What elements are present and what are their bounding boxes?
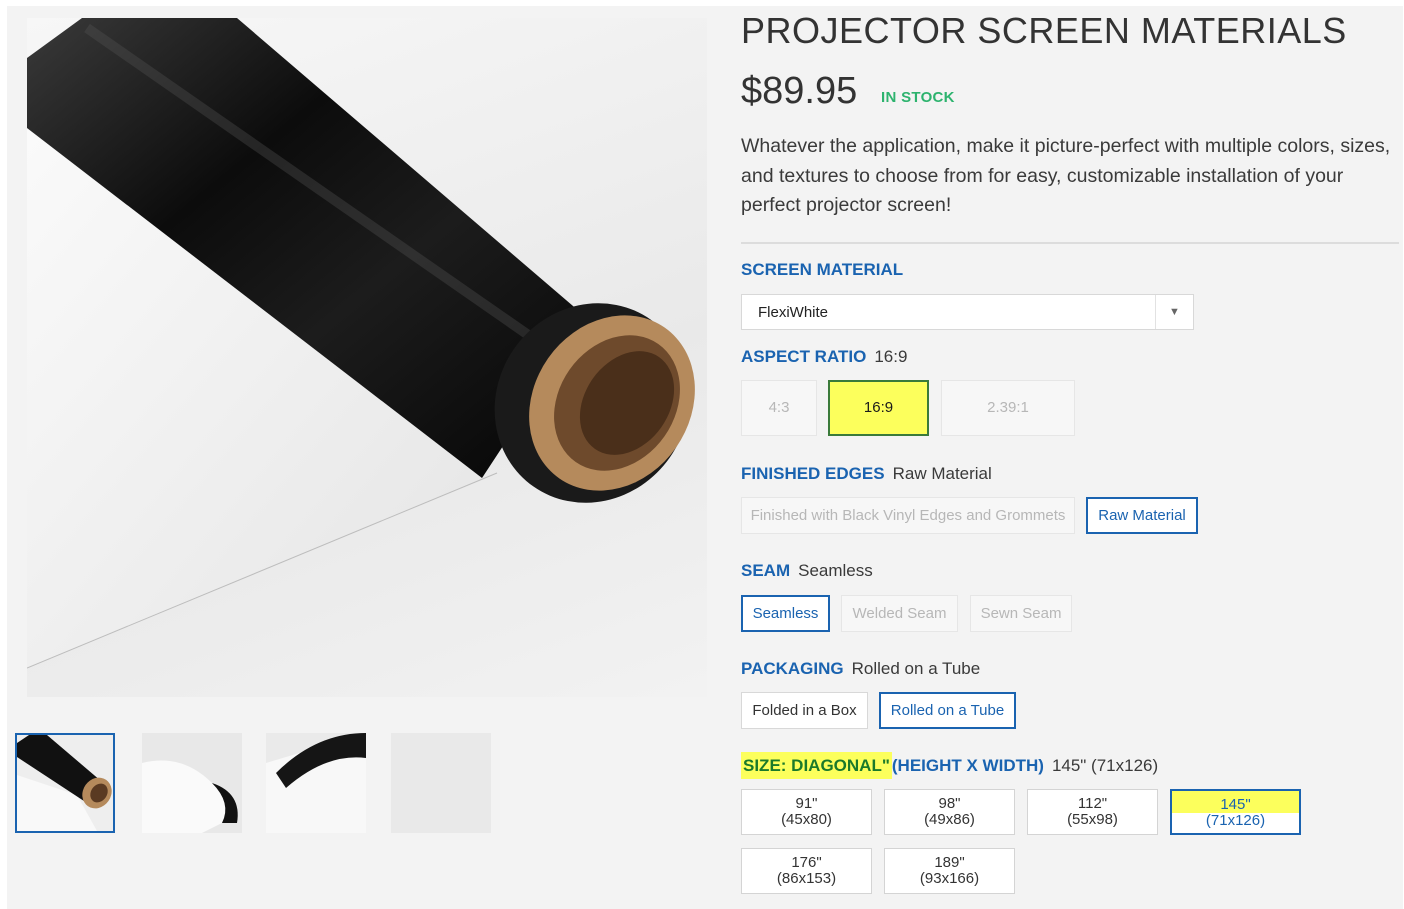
size-option-dimensions: (49x86): [924, 811, 975, 828]
size-diagonal-heading: SIZE: DIAGONAL": [741, 752, 892, 779]
size-option-176[interactable]: 176" (86x153): [741, 848, 872, 894]
seam-option-sewn[interactable]: Sewn Seam: [970, 595, 1072, 632]
thumbnail-strip: [15, 733, 495, 833]
finished-edges-current-value: Raw Material: [892, 464, 992, 483]
size-current-value: 145" (71x126): [1051, 756, 1159, 775]
thumbnail-black-roll[interactable]: [15, 733, 115, 833]
projector-screen-roll-illustration: [27, 18, 695, 669]
screen-material-select[interactable]: FlexiWhite ▼: [741, 294, 1194, 330]
product-price: $89.95: [741, 70, 858, 112]
size-label: SIZE: DIAGONAL" (HEIGHT X WIDTH) 145" (71x…: [741, 752, 1159, 779]
product-description: Whatever the application, make it pictur…: [741, 135, 1391, 216]
packaging-option-rolled-tube[interactable]: Rolled on a Tube: [879, 692, 1016, 729]
seam-option-seamless[interactable]: Seamless: [741, 595, 830, 632]
packaging-current-value: Rolled on a Tube: [851, 659, 981, 678]
aspect-ratio-label: ASPECT RATIO 16:9: [741, 347, 907, 367]
stock-status-badge: IN STOCK: [881, 89, 955, 106]
size-option-91[interactable]: 91" (45x80): [741, 789, 872, 835]
divider: [741, 242, 1399, 244]
size-option-189[interactable]: 189" (93x166): [884, 848, 1015, 894]
size-option-diagonal: 189": [934, 854, 965, 871]
seam-current-value: Seamless: [798, 561, 873, 580]
size-option-diagonal: 112": [1077, 795, 1108, 812]
size-option-dimensions: (45x80): [781, 811, 832, 828]
aspect-ratio-heading: ASPECT RATIO: [741, 347, 867, 366]
size-option-diagonal: 98": [938, 795, 961, 812]
size-height-width-heading: (HEIGHT X WIDTH): [891, 756, 1044, 775]
size-option-dimensions: (55x98): [1067, 811, 1118, 828]
finished-edges-heading: FINISHED EDGES: [741, 464, 885, 483]
screen-material-selected-value: FlexiWhite: [758, 304, 829, 321]
packaging-option-folded-box[interactable]: Folded in a Box: [741, 692, 868, 729]
aspect-ratio-option-2-39-1[interactable]: 2.39:1: [941, 380, 1075, 436]
thumbnail-plain-surface[interactable]: [391, 733, 491, 833]
product-details-panel: PROJECTOR SCREEN MATERIALS $89.95 IN STO…: [741, 0, 1401, 909]
size-option-98[interactable]: 98" (49x86): [884, 789, 1015, 835]
screen-material-heading: SCREEN MATERIAL: [741, 260, 904, 279]
size-option-diagonal: 91": [795, 795, 818, 812]
seam-option-welded[interactable]: Welded Seam: [841, 595, 958, 632]
product-title: PROJECTOR SCREEN MATERIALS: [741, 10, 1347, 51]
aspect-ratio-option-16-9[interactable]: 16:9: [828, 380, 929, 436]
size-option-diagonal: 145": [1220, 796, 1251, 813]
chevron-down-icon: ▼: [1155, 295, 1193, 329]
seam-heading: SEAM: [741, 561, 791, 580]
thumbnail-corner-peel[interactable]: [266, 733, 366, 833]
size-option-dimensions: (86x153): [776, 870, 837, 887]
main-product-image: [27, 18, 707, 697]
size-option-diagonal: 176": [791, 854, 822, 871]
size-option-dimensions: (71x126): [1205, 812, 1266, 829]
size-option-145[interactable]: 145" (71x126): [1170, 789, 1301, 835]
packaging-heading: PACKAGING: [741, 659, 844, 678]
size-option-112[interactable]: 112" (55x98): [1027, 789, 1158, 835]
finished-edges-option-raw-material[interactable]: Raw Material: [1086, 497, 1198, 534]
screen-material-label: SCREEN MATERIAL: [741, 260, 903, 280]
thumbnail-white-curl[interactable]: [142, 733, 242, 833]
packaging-label: PACKAGING Rolled on a Tube: [741, 659, 980, 679]
aspect-ratio-current-value: 16:9: [874, 347, 908, 366]
seam-label: SEAM Seamless: [741, 561, 873, 581]
finished-edges-label: FINISHED EDGES Raw Material: [741, 464, 992, 484]
size-option-dimensions: (93x166): [919, 870, 980, 887]
finished-edges-option-vinyl-grommets[interactable]: Finished with Black Vinyl Edges and Grom…: [741, 497, 1075, 534]
aspect-ratio-option-4-3[interactable]: 4:3: [741, 380, 817, 436]
